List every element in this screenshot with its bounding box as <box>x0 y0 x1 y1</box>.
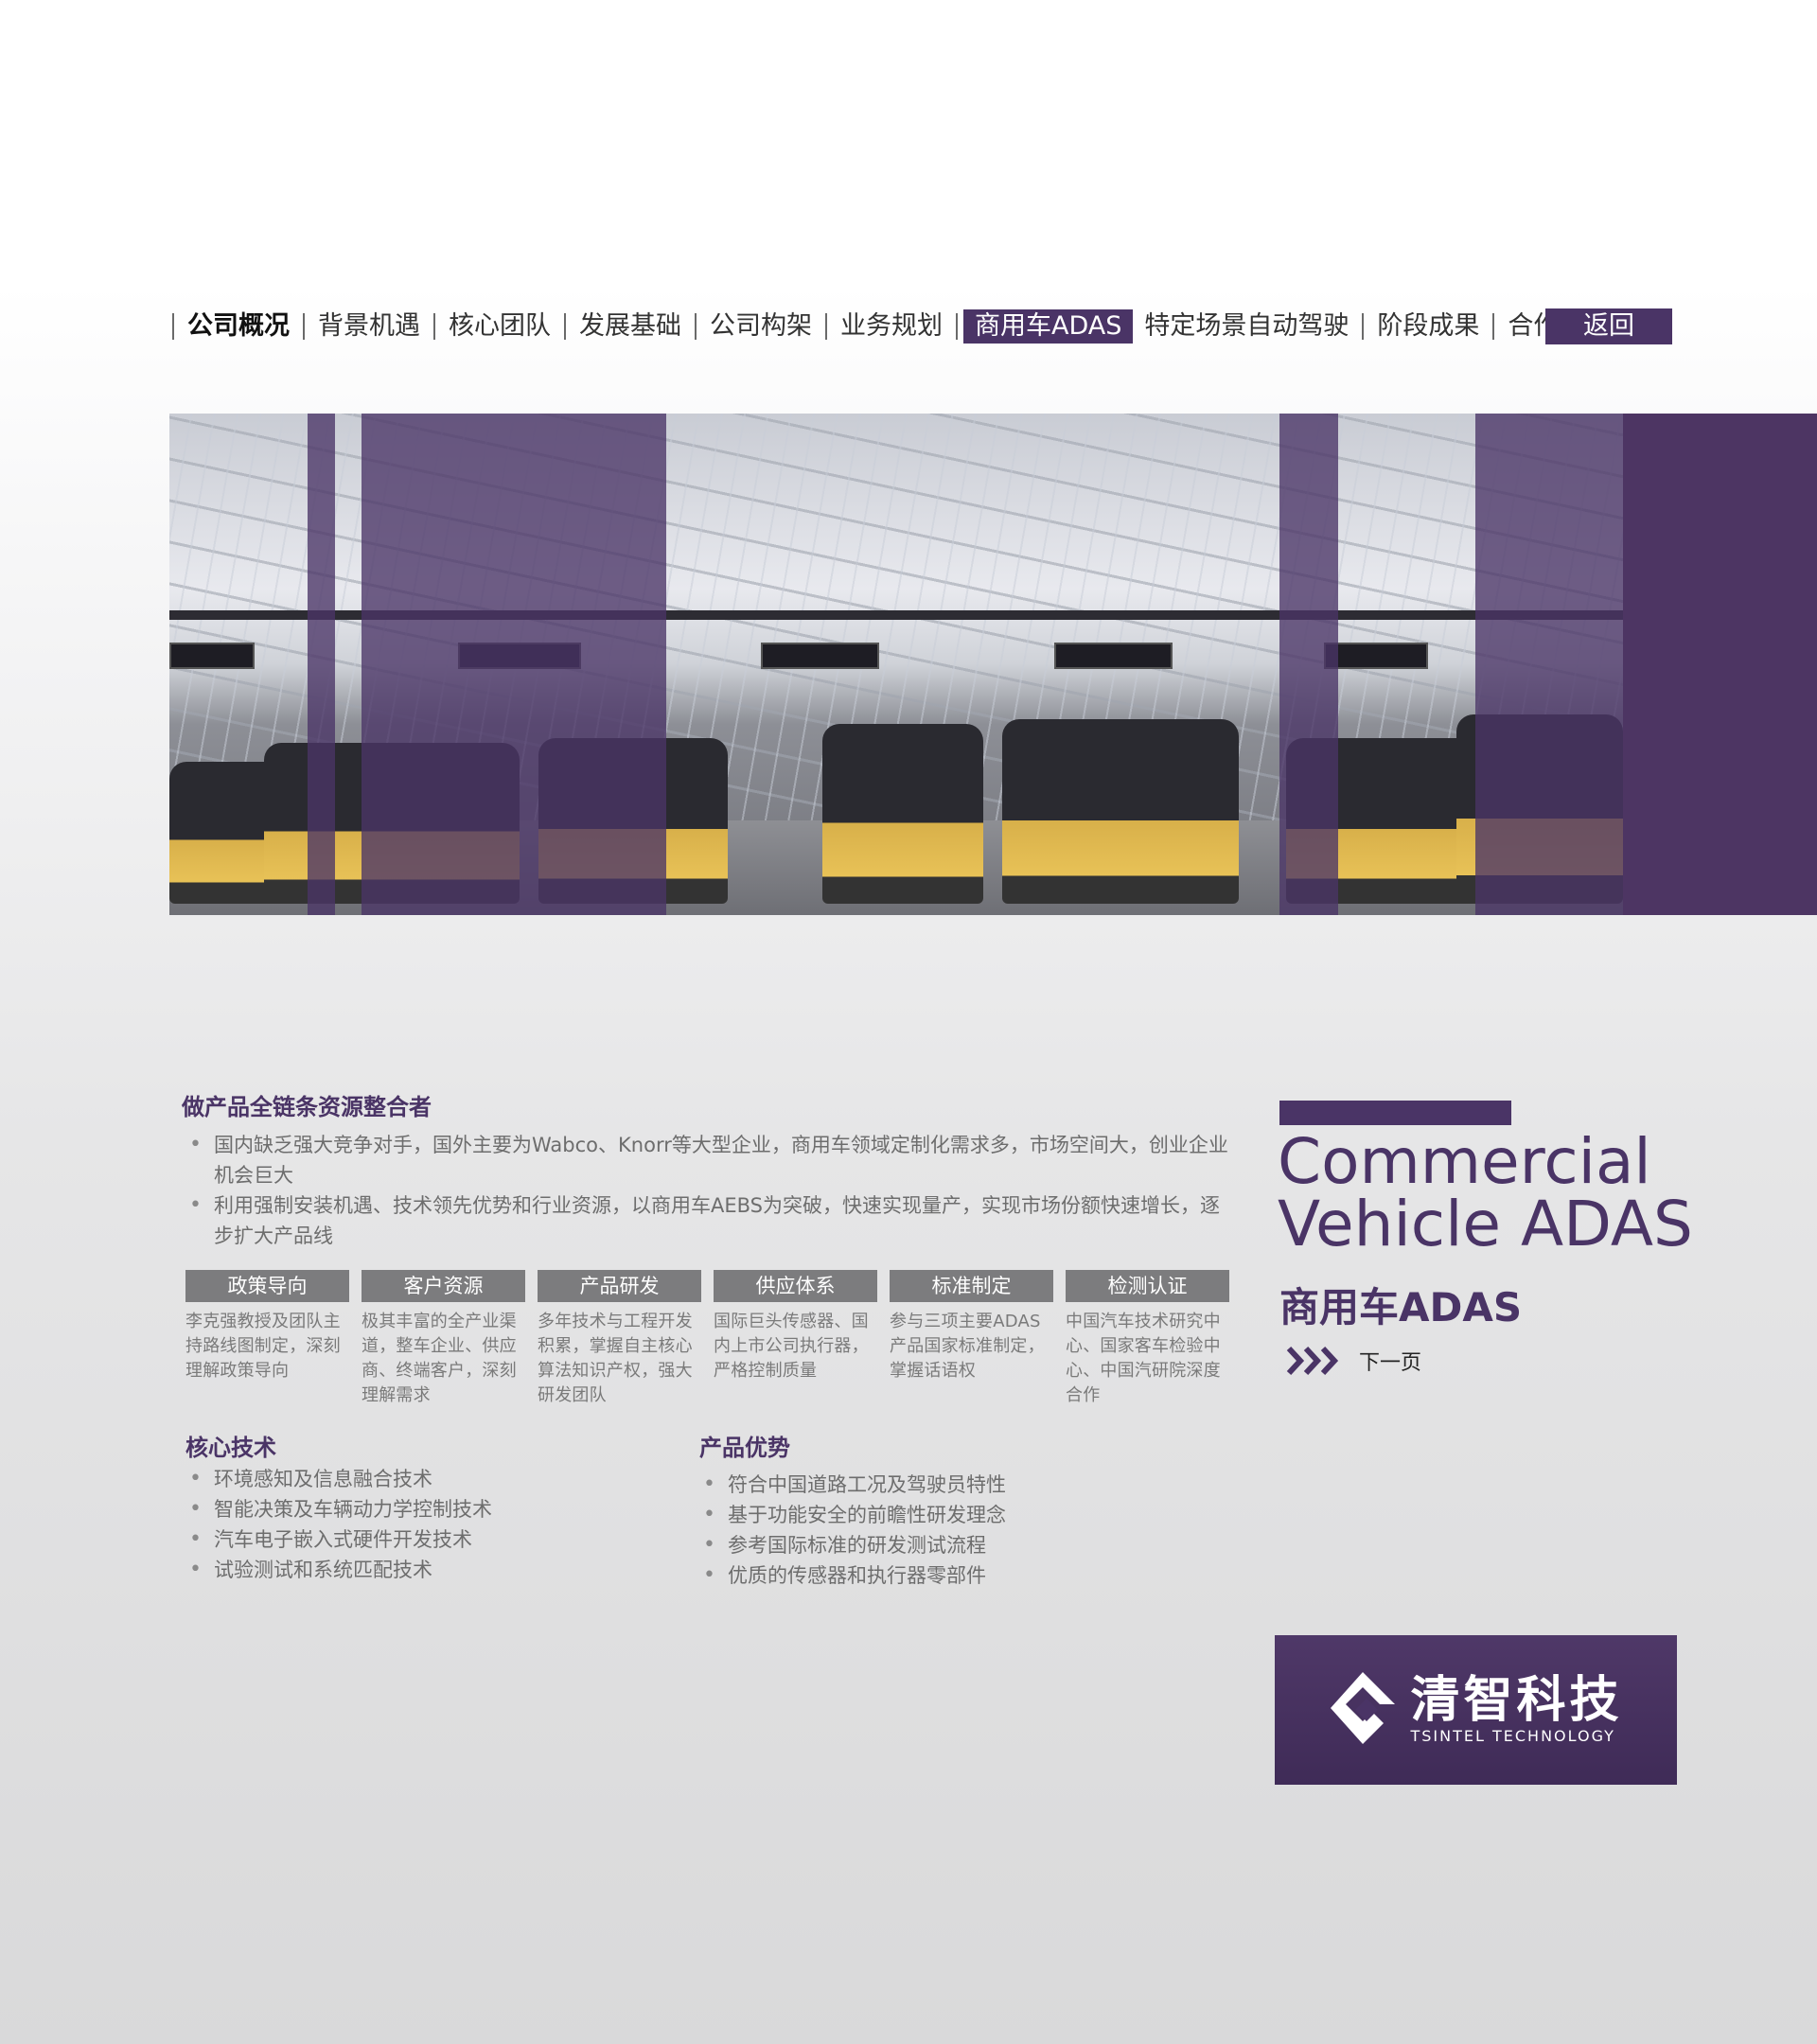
english-title-line: Commercial <box>1278 1125 1651 1198</box>
pillar-customers: 客户资源 极其丰富的全产业渠道，整车企业、供应商、终端客户，深刻理解需求 <box>362 1270 525 1408</box>
pillar-heading: 政策导向 <box>185 1270 349 1302</box>
list-item: 环境感知及信息融合技术 <box>184 1464 676 1494</box>
nav-separator <box>303 313 305 340</box>
nav-item-autonomous-driving[interactable]: 特定场景自动驾驶 <box>1142 308 1350 345</box>
purple-overlay-band <box>308 414 335 915</box>
pillar-heading: 检测认证 <box>1066 1270 1229 1302</box>
pillar-policy: 政策导向 李克强教授及团队主持路线图制定，深刻理解政策导向 <box>185 1270 349 1408</box>
logo-chinese-name: 清智科技 <box>1410 1672 1623 1729</box>
departure-sign <box>761 643 879 669</box>
triple-chevron-right-icon <box>1285 1345 1344 1377</box>
list-item: 基于功能安全的前瞻性研发理念 <box>697 1500 1190 1530</box>
nav-separator <box>433 313 435 340</box>
pillar-description: 极其丰富的全产业渠道，整车企业、供应商、终端客户，深刻理解需求 <box>362 1312 517 1405</box>
list-item: 智能决策及车辆动力学控制技术 <box>184 1494 676 1524</box>
list-item: 试验测试和系统匹配技术 <box>184 1555 676 1585</box>
pillar-heading: 客户资源 <box>362 1270 525 1302</box>
pillar-heading: 供应体系 <box>714 1270 877 1302</box>
list-item: 符合中国道路工况及驾驶员特性 <box>697 1470 1190 1500</box>
integrator-bullets: 国内缺乏强大竞争对手，国外主要为Wabco、Knorr等大型企业，商用车领域定制… <box>184 1130 1234 1251</box>
list-item: 汽车电子嵌入式硬件开发技术 <box>184 1524 676 1555</box>
logo-english-name: TSINTEL TECHNOLOGY <box>1410 1727 1615 1745</box>
accent-bar <box>1279 1101 1511 1125</box>
english-title: Commercial Vehicle ADAS <box>1278 1131 1693 1256</box>
pillar-supply: 供应体系 国际巨头传感器、国内上市公司执行器，严格控制质量 <box>714 1270 877 1408</box>
departure-sign <box>169 643 255 669</box>
back-button[interactable]: 返回 <box>1545 308 1672 344</box>
pillar-description: 国际巨头传感器、国内上市公司执行器，严格控制质量 <box>714 1312 869 1381</box>
next-page-link[interactable]: 下一页 <box>1285 1345 1421 1377</box>
departure-sign <box>1324 643 1428 669</box>
nav-separator <box>1362 313 1365 340</box>
pillar-description: 多年技术与工程开发积累，掌握自主核心算法知识产权，强大研发团队 <box>538 1312 693 1405</box>
bus <box>1002 719 1239 904</box>
list-item: 优质的传感器和执行器零部件 <box>697 1560 1190 1591</box>
nav-item-background[interactable]: 背景机遇 <box>316 308 422 345</box>
nav-separator <box>564 313 566 340</box>
pillar-standards: 标准制定 参与三项主要ADAS产品国家标准制定，掌握话语权 <box>890 1270 1053 1408</box>
next-page-label: 下一页 <box>1359 1351 1422 1375</box>
purple-side-block <box>1623 414 1817 915</box>
list-item: 参考国际标准的研发测试流程 <box>697 1530 1190 1560</box>
list-item: 利用强制安装机遇、技术领先优势和行业资源，以商用车AEBS为突破，快速实现量产，… <box>184 1190 1234 1251</box>
nav-item-structure[interactable]: 公司构架 <box>708 308 814 345</box>
nav-item-overview[interactable]: 公司概况 <box>185 308 291 345</box>
nav-item-business-plan[interactable]: 业务规划 <box>838 308 944 345</box>
hero-banner <box>169 414 1817 915</box>
nav-separator <box>956 313 958 340</box>
pillar-heading: 产品研发 <box>538 1270 701 1302</box>
departure-sign <box>1054 643 1173 669</box>
nav-item-foundation[interactable]: 发展基础 <box>577 308 683 345</box>
bus <box>822 724 983 904</box>
logo-wordmark: 清智科技 TSINTEL TECHNOLOGY <box>1410 1674 1622 1746</box>
pillar-description: 李克强教授及团队主持路线图制定，深刻理解政策导向 <box>185 1312 341 1381</box>
section-title-integrator: 做产品全链条资源整合者 <box>182 1094 432 1120</box>
english-title-line: Vehicle ADAS <box>1278 1188 1693 1260</box>
pillar-grid: 政策导向 李克强教授及团队主持路线图制定，深刻理解政策导向 客户资源 极其丰富的… <box>185 1270 1229 1408</box>
list-item: 国内缺乏强大竞争对手，国外主要为Wabco、Knorr等大型企业，商用车领域定制… <box>184 1130 1234 1190</box>
core-tech-list: 环境感知及信息融合技术 智能决策及车辆动力学控制技术 汽车电子嵌入式硬件开发技术… <box>184 1464 676 1585</box>
nav-item-team[interactable]: 核心团队 <box>447 308 553 345</box>
nav-item-commercial-adas[interactable]: 商用车ADAS <box>963 309 1134 344</box>
top-nav: 公司概况 背景机遇 核心团队 发展基础 公司构架 业务规划 商用车ADAS 特定… <box>161 308 1636 345</box>
purple-overlay-band <box>362 414 666 915</box>
purple-overlay-band <box>1475 414 1623 915</box>
pillar-description: 参与三项主要ADAS产品国家标准制定，掌握话语权 <box>890 1312 1045 1381</box>
nav-item-achievements[interactable]: 阶段成果 <box>1375 308 1481 345</box>
purple-overlay-band <box>1279 414 1338 915</box>
pillar-rnd: 产品研发 多年技术与工程开发积累，掌握自主核心算法知识产权，强大研发团队 <box>538 1270 701 1408</box>
pillar-certification: 检测认证 中国汽车技术研究中心、国家客车检验中心、中国汽研院深度合作 <box>1066 1270 1229 1408</box>
diamond-logo-icon <box>1329 1670 1397 1750</box>
pillar-description: 中国汽车技术研究中心、国家客车检验中心、中国汽研院深度合作 <box>1066 1312 1221 1405</box>
nav-separator <box>1492 313 1495 340</box>
nav-separator <box>825 313 827 340</box>
advantages-list: 符合中国道路工况及驾驶员特性 基于功能安全的前瞻性研发理念 参考国际标准的研发测… <box>697 1470 1190 1591</box>
section-title-core-tech: 核心技术 <box>185 1435 276 1461</box>
nav-separator <box>695 313 697 340</box>
company-logo-panel: 清智科技 TSINTEL TECHNOLOGY <box>1275 1635 1677 1785</box>
section-title-advantages: 产品优势 <box>699 1435 790 1461</box>
nav-separator <box>172 313 174 340</box>
pillar-heading: 标准制定 <box>890 1270 1053 1302</box>
chinese-title: 商用车ADAS <box>1279 1284 1523 1330</box>
company-logo: 清智科技 TSINTEL TECHNOLOGY <box>1329 1670 1622 1750</box>
